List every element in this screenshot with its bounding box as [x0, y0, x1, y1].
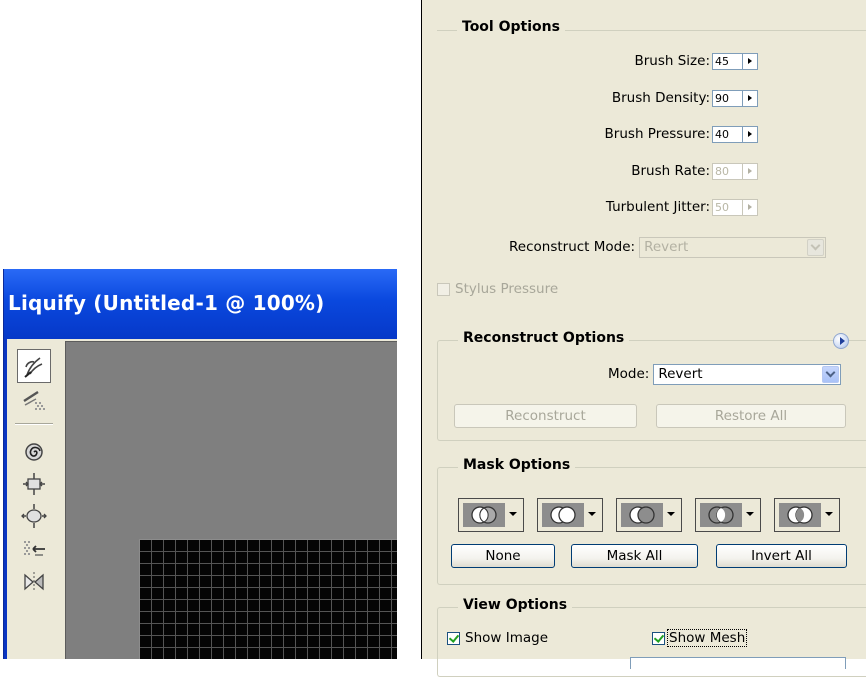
pucker-tool-icon[interactable]	[17, 467, 51, 501]
mirror-tool-icon[interactable]	[17, 565, 51, 599]
liquify-body	[7, 339, 397, 659]
brush-density-field[interactable]: 90	[712, 89, 758, 107]
invert-all-button[interactable]: Invert All	[716, 544, 847, 568]
mask-options-group: Mask Options None Mask All Invert All	[437, 457, 866, 585]
restore-all-button: Restore All	[656, 404, 846, 428]
show-image-row: Show Image	[447, 627, 548, 649]
reconstruct-mode-row: Reconstruct Mode: Revert	[509, 236, 827, 258]
options-menu-arrow-icon[interactable]	[833, 333, 849, 349]
brush-pressure-field[interactable]: 40	[712, 125, 758, 143]
mode-row: Mode: Revert	[608, 363, 842, 385]
tool-strip	[7, 339, 59, 659]
show-image-checkbox[interactable]	[447, 631, 460, 645]
invert-selection-icon[interactable]	[774, 498, 840, 532]
show-mesh-label[interactable]: Show Mesh	[666, 629, 748, 647]
brush-rate-value: 80	[712, 162, 742, 180]
view-options-group: View Options Show Image Show Mesh	[437, 597, 866, 677]
show-mesh-row: Show Mesh	[652, 627, 748, 649]
title-bar[interactable]: Liquify (Untitled-1 @ 100%)	[4, 269, 397, 339]
reconstruct-mode-label: Reconstruct Mode:	[509, 239, 636, 255]
turbulent-jitter-value: 50	[712, 198, 742, 216]
brush-size-row: Brush Size: 45	[634, 50, 758, 72]
brush-pressure-slider-arrow-icon[interactable]	[742, 125, 758, 143]
tool-options-group: Tool Options Brush Size: 45 Brush Densit…	[437, 19, 866, 310]
brush-size-field[interactable]: 45	[712, 52, 758, 70]
push-left-tool-icon[interactable]	[17, 533, 51, 567]
brush-rate-slider-arrow-icon	[742, 162, 758, 180]
reconstruct-options-group: Reconstruct Options Mode: Revert Reconst…	[437, 330, 866, 441]
mask-options-title: Mask Options	[458, 457, 576, 473]
turbulent-jitter-field: 50	[712, 198, 758, 216]
reconstruct-mode-select: Revert	[639, 236, 827, 258]
brush-pressure-row: Brush Pressure: 40	[605, 123, 758, 145]
brush-density-value[interactable]: 90	[712, 89, 742, 107]
view-options-title: View Options	[458, 597, 573, 613]
intersect-with-selection-icon[interactable]	[695, 498, 761, 532]
stylus-pressure-checkbox	[437, 282, 450, 296]
brush-pressure-label: Brush Pressure:	[604, 126, 710, 142]
reconstruct-mode-value: Revert	[644, 239, 689, 255]
replace-selection-icon[interactable]	[458, 498, 524, 532]
brush-density-row: Brush Density: 90	[612, 87, 758, 109]
options-panel: Tool Options Brush Size: 45 Brush Densit…	[421, 0, 866, 677]
forward-warp-tool-icon[interactable]	[17, 349, 51, 383]
brush-rate-field: 80	[712, 162, 758, 180]
brush-density-label: Brush Density:	[611, 90, 710, 106]
brush-size-value[interactable]: 45	[712, 52, 742, 70]
tool-divider	[15, 423, 53, 425]
mesh-grid[interactable]	[139, 539, 397, 659]
none-button[interactable]: None	[451, 544, 555, 568]
liquify-window: Liquify (Untitled-1 @ 100%)	[3, 269, 397, 659]
stylus-pressure-label: Stylus Pressure	[455, 281, 559, 297]
window-title: Liquify (Untitled-1 @ 100%)	[8, 291, 325, 315]
show-image-label[interactable]: Show Image	[465, 630, 548, 646]
preview-canvas[interactable]	[65, 341, 397, 659]
reconstruct-tool-icon[interactable]	[17, 383, 51, 417]
brush-size-label: Brush Size:	[634, 53, 710, 69]
brush-rate-row: Brush Rate: 80	[631, 160, 758, 182]
bloat-tool-icon[interactable]	[17, 499, 51, 533]
turbulent-jitter-label: Turbulent Jitter:	[605, 199, 710, 215]
tool-options-title: Tool Options	[457, 19, 565, 35]
mode-label: Mode:	[608, 366, 650, 382]
mode-select[interactable]: Revert	[653, 363, 842, 385]
mode-value: Revert	[658, 366, 703, 382]
mask-all-button[interactable]: Mask All	[571, 544, 698, 568]
stylus-pressure-row: Stylus Pressure	[437, 278, 558, 300]
turbulent-jitter-slider-arrow-icon	[742, 198, 758, 216]
brush-density-slider-arrow-icon[interactable]	[742, 89, 758, 107]
brush-pressure-value[interactable]: 40	[712, 125, 742, 143]
reconstruct-options-title: Reconstruct Options	[458, 330, 630, 346]
subtract-from-selection-icon[interactable]	[616, 498, 682, 532]
turbulent-jitter-row: Turbulent Jitter: 50	[606, 196, 758, 218]
show-mesh-checkbox[interactable]	[652, 631, 665, 645]
chevron-down-icon[interactable]	[822, 365, 840, 383]
add-to-selection-icon[interactable]	[537, 498, 603, 532]
brush-rate-label: Brush Rate:	[631, 163, 710, 179]
twirl-tool-icon[interactable]	[17, 435, 51, 469]
brush-size-slider-arrow-icon[interactable]	[742, 52, 758, 70]
chevron-down-icon	[807, 238, 825, 256]
reconstruct-button: Reconstruct	[454, 404, 637, 428]
